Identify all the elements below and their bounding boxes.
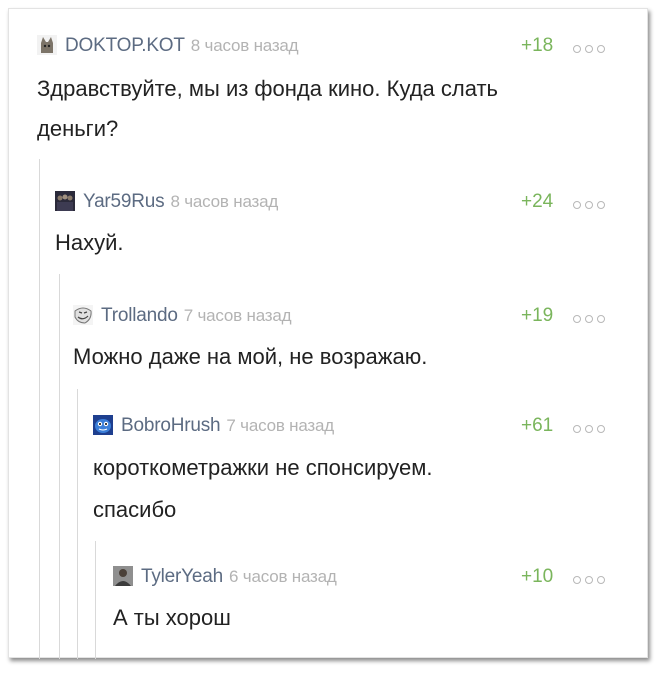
timestamp: 8 часов назад [190,36,299,55]
thread-line-2 [59,274,60,659]
comment: DOKTOP.KOT 8 часов назад +18 Здравствуйте… [37,33,617,149]
person-icon[interactable] [113,566,133,586]
rating: +18 [521,35,554,56]
comment-line: короткометражки не спонсируем. [93,455,433,480]
trollface-icon[interactable] [73,305,93,325]
author-label[interactable]: DOKTOP.KOT [65,35,185,56]
author-label[interactable]: Yar59Rus [83,191,165,212]
thread-line-1 [39,159,40,659]
timestamp: 6 часов назад [229,567,337,586]
author-name[interactable]: DOKTOP.KOT 8 часов назад [65,35,299,57]
more-options-icon[interactable] [573,310,613,323]
comment-text: Нахуй. [55,223,617,263]
comment: TylerYeah 6 часов назад +10 А ты хорош [113,564,617,638]
thread-line-4 [95,541,96,659]
comment-text: Можно даже на мой, не возражаю. [73,337,617,377]
timestamp: 7 часов назад [226,416,335,435]
comment: Trollando 7 часов назад +19 Можно даже на… [73,303,617,377]
rating: +19 [521,305,554,326]
author-name[interactable]: Yar59Rus 8 часов назад [83,191,278,213]
crowd-icon[interactable] [55,191,75,211]
comment-thread: DOKTOP.KOT 8 часов назад +18 Здравствуйте… [8,8,648,659]
rating: +10 [521,566,554,587]
comment: Yar59Rus 8 часов назад +24 Нахуй. [55,189,617,263]
comment-text: Здравствуйте, мы из фонда кино. Куда сла… [37,69,617,149]
comment-line: Нахуй. [55,230,124,255]
author-label[interactable]: Trollando [101,305,178,326]
comment-line: деньги? [37,116,119,141]
rating: +24 [521,191,554,212]
timestamp: 8 часов назад [170,192,279,211]
author-name[interactable]: Trollando 7 часов назад [101,305,292,327]
comment-line: Можно даже на мой, не возражаю. [73,344,428,369]
more-options-icon[interactable] [573,571,613,584]
more-options-icon[interactable] [573,40,613,53]
blue-face-icon[interactable] [93,415,113,435]
thread-line-3 [77,389,78,659]
author-name[interactable]: BobroHrush 7 часов назад [121,415,334,437]
comment-text: короткометражки не спонсируем. спасибо [93,447,617,531]
comment-line: А ты хорош [113,605,231,630]
comment: BobroHrush 7 часов назад +61 короткометра… [93,413,617,531]
comment-line: Здравствуйте, мы из фонда кино. Куда сла… [37,76,499,101]
more-options-icon[interactable] [573,420,613,433]
author-label[interactable]: BobroHrush [121,415,221,436]
timestamp: 7 часов назад [183,306,292,325]
more-options-icon[interactable] [573,196,613,209]
author-name[interactable]: TylerYeah 6 часов назад [141,566,337,588]
cat-icon[interactable] [37,35,57,55]
author-label[interactable]: TylerYeah [141,566,223,587]
rating: +61 [521,415,554,436]
comment-text: А ты хорош [113,598,617,638]
comment-line: спасибо [93,497,177,522]
